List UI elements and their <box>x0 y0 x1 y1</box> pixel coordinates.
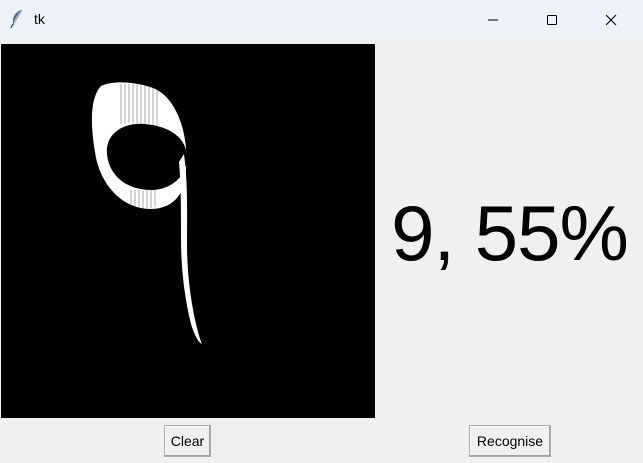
minimize-icon <box>487 14 499 26</box>
handwritten-digit-nine <box>91 82 202 344</box>
app-window: tk 9, 55% Clear Recognise <box>0 0 643 463</box>
feather-icon <box>9 9 25 29</box>
drawing-canvas[interactable] <box>1 44 375 418</box>
close-icon <box>605 14 617 26</box>
maximize-button[interactable] <box>523 0 581 40</box>
close-button[interactable] <box>582 0 640 40</box>
maximize-icon <box>546 14 558 26</box>
window-title: tk <box>34 11 45 27</box>
title-bar[interactable]: tk <box>0 0 643 40</box>
minimize-button[interactable] <box>464 0 522 40</box>
recognise-button[interactable]: Recognise <box>469 425 551 457</box>
clear-button[interactable]: Clear <box>164 425 211 457</box>
prediction-result: 9, 55% <box>391 188 629 277</box>
